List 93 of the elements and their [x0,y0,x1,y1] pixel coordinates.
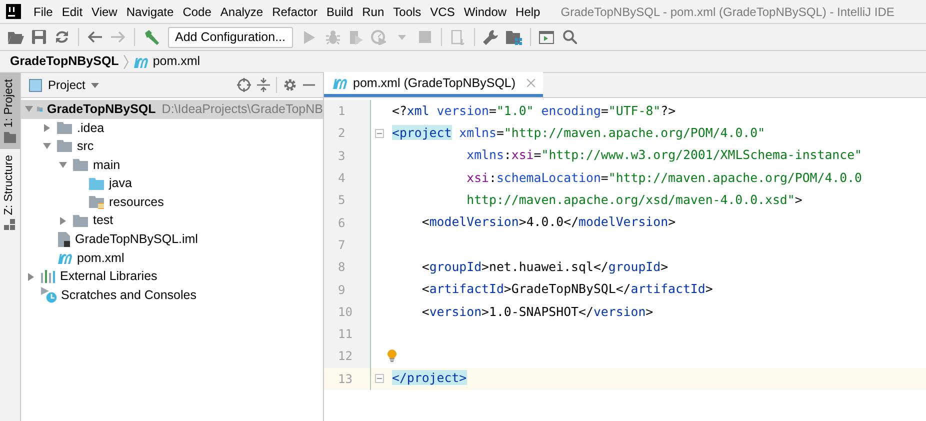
menu-item[interactable]: Code [178,2,216,20]
expanded-arrow-icon[interactable] [25,106,33,112]
menu-item[interactable]: File [29,2,58,20]
menu-item[interactable]: Build [322,2,358,20]
menu-item[interactable]: Refactor [268,2,322,20]
sync-icon[interactable] [55,30,69,44]
menu-item[interactable]: Edit [57,2,88,20]
window-title: GradeTopNBySQL - pom.xml (GradeTopNBySQL) - IntelliJ IDE [560,4,894,20]
editor-tab[interactable]: pom.xml (GradeTopNBySQL) [324,72,543,97]
folder-icon [73,214,89,228]
line-number: 12 [338,348,352,366]
resources-folder-icon [89,195,105,210]
line-number: 9 [338,282,346,299]
maven-m-icon [132,56,149,68]
code-line: xmlns:xsi="http://www.w3.org/2001/XMLSchema-instance" [466,146,862,164]
menu-item[interactable]: Navigate [122,2,178,20]
collapsed-arrow-icon[interactable] [60,216,66,225]
file-icon [57,232,71,247]
lightbulb-icon[interactable] [387,349,397,362]
line-number: 11 [338,326,352,344]
dropdown-icon[interactable] [91,82,100,88]
menu-item[interactable]: Run [358,2,389,20]
fold-marker-icon[interactable] [375,374,384,384]
line-number: 3 [338,148,346,165]
code-line: <groupId>net.huawei.sql</groupId> [420,258,668,276]
settings-icon[interactable] [283,78,297,92]
menu-item[interactable]: Window [459,2,512,20]
code-line: xsi:schemaLocation="http://maven.apache.org/POM/4.0.0 [466,168,862,187]
structure-icon [4,218,16,231]
tool-window-tab[interactable]: Z: Structure [0,148,20,237]
configuration-button[interactable]: Add Configuration... [168,26,292,48]
menu-item[interactable]: Analyze [216,2,268,20]
hammer-icon[interactable] [144,30,158,44]
maven-m-icon [57,252,73,264]
maven-m-icon [332,77,348,89]
line-number: 8 [338,259,346,276]
line-number: 4 [338,170,346,188]
tree-item[interactable]: src [21,137,323,156]
wrench-icon[interactable] [483,30,498,44]
tree-item[interactable]: pom.xml [21,248,323,268]
tree-item[interactable]: Scratches and Consoles [21,286,323,305]
left-arrow-icon[interactable] [88,31,102,43]
expanded-arrow-icon[interactable] [59,162,67,168]
code-line: <artifactId>GradeTopNBySQL</artifactId> [420,280,713,298]
folder-icon [89,176,105,191]
menu-item[interactable]: Help [511,2,545,20]
line-number: 1 [338,103,346,120]
tree-item[interactable]: test [21,212,323,230]
line-number: 6 [338,214,346,232]
tree-item[interactable]: .idea [21,118,323,138]
expanded-arrow-icon[interactable] [43,143,51,150]
collapsed-arrow-icon[interactable] [28,272,34,281]
line-number: 10 [338,304,352,321]
line-number: 7 [338,236,346,254]
panel-title[interactable]: Project [48,76,86,94]
chevron-icon [122,54,129,68]
search-icon[interactable] [562,30,576,44]
code-line: <project xmlns="http://maven.apache.org/POM/4.0.0" [392,124,766,142]
collapsed-arrow-icon[interactable] [44,124,50,132]
app-logo-icon [6,4,21,19]
line-number: 2 [338,125,346,142]
tree-item[interactable]: GradeTopNBySQL D:\IdeaProjects\GradeTopNB [21,100,323,119]
code-line: <version>1.0-SNAPSHOT</version> [420,302,654,321]
folder-icon [57,139,73,154]
terminal-icon[interactable] [539,30,554,44]
line-number: 13 [338,370,352,388]
tree-item[interactable]: main [21,156,323,174]
tree-item[interactable]: External Libraries [21,267,323,286]
code-line: <modelVersion>4.0.0</modelVersion> [420,213,676,232]
locate-icon[interactable] [237,78,251,92]
tool-window-tab[interactable]: 1: Project [0,73,20,149]
collapse-icon[interactable] [257,78,270,92]
menu-item[interactable]: VCS [426,2,460,20]
code-line: http://maven.apache.org/xsd/maven-4.0.0.xsd"> [466,191,802,210]
tree-item[interactable]: java [21,174,323,193]
tree-item[interactable]: GradeTopNBySQL.iml [21,230,323,249]
menu-item[interactable]: Tools [388,2,426,20]
panel-icon [29,78,42,92]
code-line: <?xml version="1.0" encoding="UTF-8"?> [392,102,676,120]
menu-item[interactable]: View [87,2,122,20]
save-icon[interactable] [32,30,46,44]
folder-icon [4,132,16,143]
folder-icon [73,158,89,172]
fold-marker-icon[interactable] [375,128,384,138]
open-folder-icon[interactable] [8,30,24,44]
folder-grid-icon[interactable] [506,30,522,44]
scratch-clock-icon [41,287,57,304]
breadcrumb[interactable]: GradeTopNBySQL [10,52,119,71]
close-icon[interactable] [526,79,535,87]
breadcrumb[interactable]: pom.xml [152,52,200,71]
tree-item[interactable]: resources [21,192,323,212]
line-number: 5 [338,192,346,210]
bar-chart-icon [41,270,56,284]
